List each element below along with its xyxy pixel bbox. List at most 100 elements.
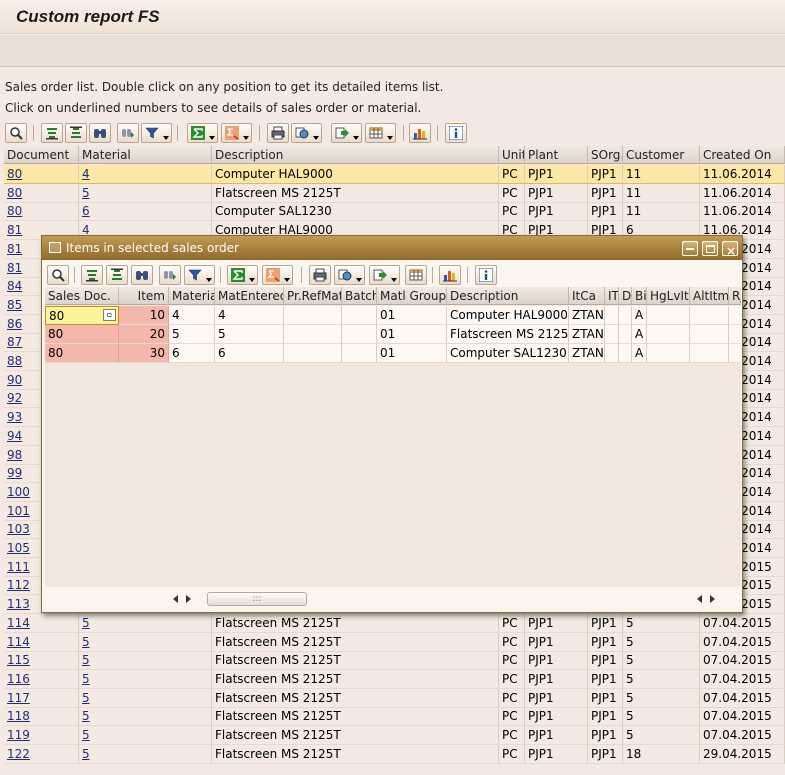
find-next-button[interactable] — [159, 265, 181, 285]
layout-button[interactable] — [365, 123, 396, 143]
sort-ascending-button[interactable] — [41, 123, 63, 143]
info-button[interactable] — [475, 265, 497, 285]
minimize-button[interactable] — [682, 241, 698, 256]
column-header-sorg[interactable]: SOrg. — [588, 146, 623, 164]
hotspot-link[interactable]: 5 — [82, 747, 90, 761]
maximize-button[interactable] — [702, 241, 718, 256]
hotspot-link[interactable]: 122 — [7, 747, 30, 761]
table-cell-document[interactable]: 119 — [4, 726, 79, 745]
hotspot-link[interactable]: 84 — [7, 279, 22, 293]
table-cell-document[interactable]: 114 — [4, 613, 79, 633]
hotspot-link[interactable]: 98 — [7, 448, 22, 462]
find-button[interactable] — [131, 265, 153, 285]
column-header-dl[interactable]: Dl — [619, 287, 632, 305]
hotspot-link[interactable]: 5 — [82, 691, 90, 705]
table-cell-material[interactable]: 5 — [79, 707, 212, 727]
details-button[interactable] — [47, 265, 69, 285]
table-cell-material[interactable]: 5 — [79, 726, 212, 745]
hotspot-link[interactable]: 5 — [82, 672, 90, 686]
graphic-button[interactable] — [409, 123, 431, 143]
hotspot-link[interactable]: 86 — [7, 317, 22, 331]
hotspot-link[interactable]: 114 — [7, 616, 30, 630]
table-cell-material[interactable]: 5 — [79, 613, 212, 633]
hotspot-link[interactable]: 114 — [7, 635, 30, 649]
hotspot-link[interactable]: 116 — [7, 672, 30, 686]
column-header-matl-group[interactable]: Matl Group — [377, 287, 447, 305]
sort-descending-button[interactable] — [65, 123, 87, 143]
find-next-button[interactable] — [117, 123, 139, 143]
find-button[interactable] — [89, 123, 111, 143]
column-header-batch[interactable]: Batch — [342, 287, 377, 305]
hotspot-link[interactable]: 111 — [7, 560, 30, 574]
hotspot-link[interactable]: 119 — [7, 728, 30, 742]
close-button[interactable]: × — [722, 241, 738, 258]
table-cell-document[interactable]: 115 — [4, 651, 79, 671]
info-button[interactable] — [445, 123, 467, 143]
scroll-left-icon[interactable] — [173, 595, 178, 603]
value-help-button[interactable]: ▫ — [103, 309, 116, 321]
layout-button[interactable] — [405, 265, 427, 285]
column-header-unit[interactable]: Unit — [499, 146, 525, 164]
table-cell-document[interactable]: 117 — [4, 688, 79, 708]
hotspot-link[interactable]: 101 — [7, 504, 30, 518]
column-header-it[interactable]: IT — [605, 287, 619, 305]
table-cell-document[interactable]: 80 — [4, 202, 79, 222]
hotspot-link[interactable]: 118 — [7, 709, 30, 723]
sum-button[interactable] — [227, 265, 258, 285]
hotspot-link[interactable]: 81 — [7, 242, 22, 256]
column-header-customer[interactable]: Customer — [623, 146, 700, 164]
sort-ascending-button[interactable] — [81, 265, 103, 285]
hotspot-link[interactable]: 5 — [82, 616, 90, 630]
table-cell-document[interactable]: 80 — [4, 165, 79, 184]
column-header-itca[interactable]: ItCa — [569, 287, 605, 305]
hotspot-link[interactable]: 80 — [7, 167, 22, 181]
column-header-rj[interactable]: Rj — [729, 287, 741, 305]
views-button[interactable] — [334, 265, 365, 285]
hotspot-link[interactable]: 5 — [82, 653, 90, 667]
table-cell-material[interactable]: 5 — [79, 744, 212, 764]
scroll-right-icon[interactable] — [186, 595, 191, 603]
table-cell-material[interactable]: 5 — [79, 688, 212, 708]
column-header-sales-doc[interactable]: Sales Doc. — [45, 287, 119, 305]
hotspot-link[interactable]: 85 — [7, 298, 22, 312]
hotspot-link[interactable]: 99 — [7, 466, 22, 480]
column-header-bi[interactable]: Bi — [632, 287, 647, 305]
sort-descending-button[interactable] — [106, 265, 128, 285]
scroll-page-left-icon[interactable] — [697, 595, 702, 603]
table-cell-document[interactable]: 122 — [4, 744, 79, 764]
print-button[interactable] — [309, 265, 331, 285]
column-header-item[interactable]: Item — [119, 287, 169, 305]
column-header-plant[interactable]: Plant — [525, 146, 588, 164]
table-cell-material[interactable]: 5 — [79, 632, 212, 652]
scroll-thumb[interactable]: ::: — [207, 592, 307, 606]
table-cell-material[interactable]: 5 — [79, 183, 212, 203]
print-button[interactable] — [267, 123, 289, 143]
column-header-document[interactable]: Document — [4, 146, 79, 164]
dialog-title-bar[interactable]: Items in selected sales order × — [42, 236, 742, 260]
hotspot-link[interactable]: 93 — [7, 410, 22, 424]
hotspot-link[interactable]: 90 — [7, 373, 22, 387]
column-header-material[interactable]: Material — [169, 287, 215, 305]
horizontal-scrollbar[interactable]: ::: — [169, 591, 749, 608]
hotspot-link[interactable]: 80 — [7, 204, 22, 218]
graphic-button[interactable] — [439, 265, 461, 285]
column-header-hglvit[interactable]: HgLvIt — [647, 287, 690, 305]
column-header-created-on[interactable]: Created On — [700, 146, 785, 164]
hotspot-link[interactable]: 4 — [82, 167, 90, 181]
hotspot-link[interactable]: 5 — [82, 635, 90, 649]
table-cell-material[interactable]: 6 — [79, 202, 212, 222]
details-button[interactable] — [5, 123, 27, 143]
hotspot-link[interactable]: 103 — [7, 522, 30, 536]
hotspot-link[interactable]: 113 — [7, 597, 30, 611]
table-cell-document[interactable]: 116 — [4, 669, 79, 689]
column-header-pr-refmatl[interactable]: Pr.RefMatl — [284, 287, 342, 305]
subtotals-button[interactable] — [221, 123, 252, 143]
hotspot-link[interactable]: 92 — [7, 391, 22, 405]
table-cell-material[interactable]: 5 — [79, 669, 212, 689]
filter-button[interactable] — [184, 265, 215, 285]
table-cell-document[interactable]: 114 — [4, 632, 79, 652]
hotspot-link[interactable]: 5 — [82, 709, 90, 723]
sum-button[interactable] — [187, 123, 218, 143]
table-cell-material[interactable]: 5 — [79, 651, 212, 671]
hotspot-link[interactable]: 5 — [82, 728, 90, 742]
